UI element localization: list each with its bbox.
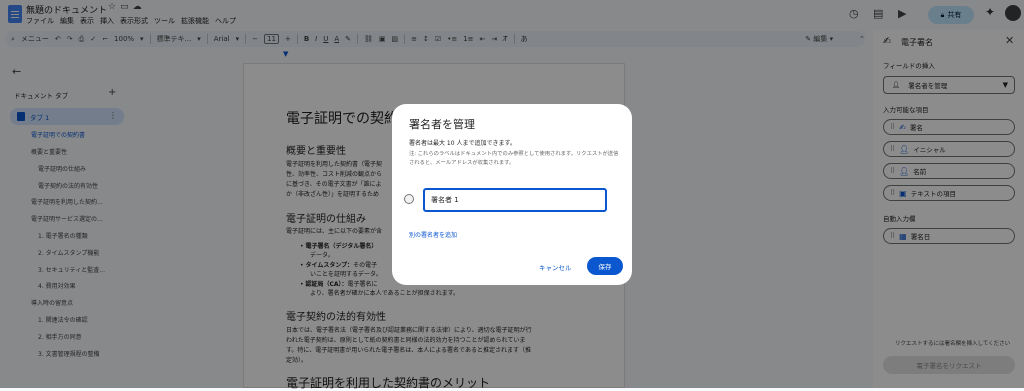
dialog-subtitle: 署名者は最大 10 人まで追加できます。	[409, 140, 516, 147]
save-button[interactable]: 保存	[587, 257, 623, 275]
manage-signers-dialog: 署名者を管理 署名者は最大 10 人まで追加できます。 注: これらのラベルはド…	[392, 104, 632, 285]
signer-color-icon	[404, 194, 414, 204]
dialog-title: 署名者を管理	[409, 118, 475, 131]
dialog-note: 注: これらのラベルはドキュメント内でのみ参照として使用されます。リクエストが送…	[409, 151, 619, 166]
signer-name-input[interactable]: 署名者 1	[423, 188, 607, 212]
add-signer-link[interactable]: 別の署名者を追加	[409, 230, 457, 239]
cancel-button[interactable]: キャンセル	[539, 262, 572, 272]
